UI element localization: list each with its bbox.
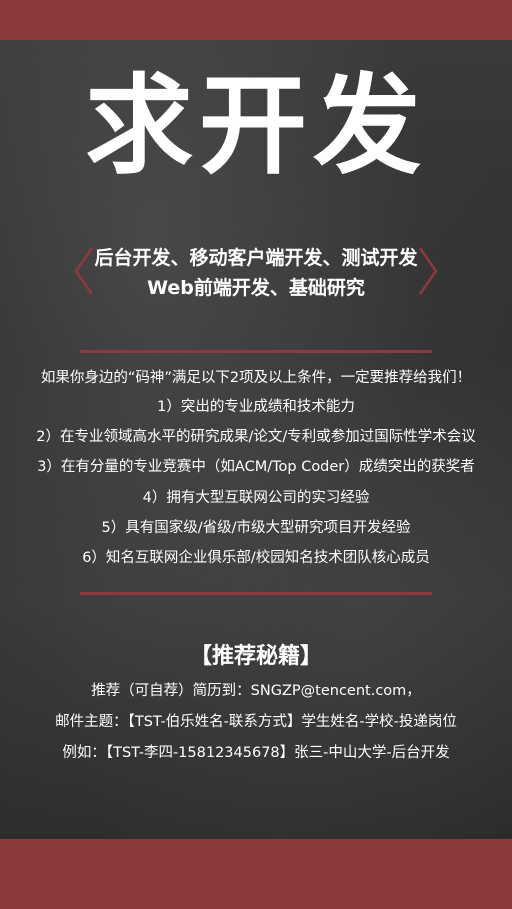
- subtitle-positions-line2: Web前端开发、基础研究: [147, 277, 365, 299]
- condition-item: 6）知名互联网企业俱乐部/校园知名技术团队核心成员: [82, 549, 430, 566]
- recommend-line: 邮件主题：【TST-伯乐姓名-联系方式】学生姓名-学校-投递岗位: [55, 714, 457, 730]
- poster-title: 求开发: [84, 64, 427, 189]
- condition-item: 1）突出的专业成绩和技术能力: [157, 399, 355, 415]
- intro-text: 如果你身边的“码神”满足以下2项及以上条件，一定要推荐给我们！: [40, 370, 472, 386]
- recommend-instructions: 推荐（可自荐）简历到：SNGZP@tencent.com， 邮件主题：【TST-…: [0, 676, 512, 769]
- condition-item: 5）具有国家级/省级/市级大型研究项目开发经验: [101, 519, 411, 536]
- top-accent-bar: [0, 0, 512, 40]
- divider-top: [80, 350, 432, 353]
- condition-item: 4）拥有大型互联网公司的实习经验: [142, 489, 370, 506]
- bottom-accent-bar: [0, 839, 512, 909]
- recommend-line: 例如：【TST-李四-15812345678】张三-中山大学-后台开发: [62, 745, 450, 761]
- condition-item: 3）在有分量的专业竞赛中（如ACM/Top Coder）成绩突出的获奖者: [37, 459, 475, 476]
- conditions-list: 1）突出的专业成绩和技术能力 2）在专业领域高水平的研究成果/论文/专利或参加过…: [0, 392, 512, 573]
- recommend-title: 【推荐秘籍】: [189, 644, 322, 669]
- divider-bottom: [80, 592, 432, 595]
- recommend-line: 推荐（可自荐）简历到：SNGZP@tencent.com，: [91, 683, 421, 699]
- condition-item: 2）在专业领域高水平的研究成果/论文/专利或参加过国际性学术会议: [36, 429, 476, 446]
- subtitle-positions-line1: 后台开发、移动客户端开发、测试开发: [94, 247, 418, 269]
